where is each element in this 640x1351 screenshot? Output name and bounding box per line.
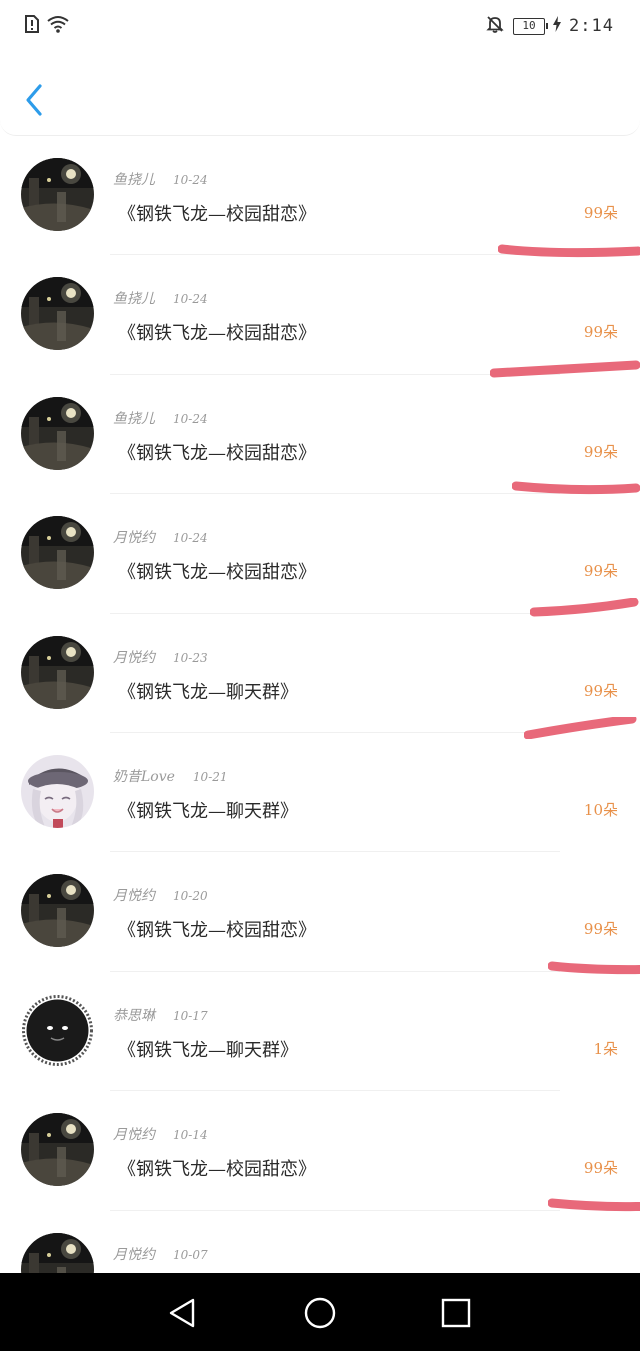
sender-name: 月悦约 [113,1246,155,1263]
chevron-left-icon [26,84,42,116]
avatar[interactable] [21,874,94,948]
sim-alert-icon [24,14,40,38]
sender-name: 鱼挠儿 [113,291,155,308]
gift-record-row[interactable]: 月悦约 10-20 《钢铁飞龙—校园甜恋》 99朵 [0,852,640,974]
sender-meta: 月悦约 10-14 [113,1124,208,1144]
avatar[interactable] [21,396,94,470]
sender-meta: 月悦约 10-20 [113,885,208,905]
flower-amount: 99朵 [583,323,618,342]
nav-back-button[interactable] [163,1293,203,1333]
sender-name: 月悦约 [113,888,155,905]
status-bar: 10 2:14 [0,0,640,52]
sender-name: 月悦约 [113,1127,155,1144]
gift-record-row[interactable]: 月悦约 10-07 [0,1211,640,1273]
sender-meta: 月悦约 10-24 [113,527,208,547]
gift-record-row[interactable]: 鱼挠儿 10-24 《钢铁飞龙—校园甜恋》 99朵 [0,255,640,378]
charging-icon [553,16,562,36]
gift-date: 10-24 [173,173,208,187]
gift-date: 10-21 [192,770,228,784]
sender-name: 奶昔Love [113,769,175,785]
avatar[interactable] [21,516,94,590]
gift-date: 10-14 [173,1128,208,1143]
sender-meta: 奶昔Love 10-21 [113,766,228,786]
sender-meta: 恭思琳 10-17 [113,1005,208,1025]
sender-name: 恭思琳 [113,1007,155,1024]
flower-amount: 1朵 [593,1039,618,1058]
gift-record-row[interactable]: 恭思琳 10-17 《钢铁飞龙—聊天群》 1朵 [0,972,640,1092]
sender-meta: 鱼挠儿 10-24 [113,288,208,308]
gift-date: 10-24 [173,531,208,546]
gift-date: 10-23 [173,650,208,665]
wifi-icon [46,14,70,38]
gift-date: 10-07 [173,1247,208,1262]
gift-record-list[interactable]: 鱼挠儿 10-24 《钢铁飞龙—校园甜恋》 99朵 鱼挠儿 10-24 《钢铁飞龙—校园甜恋… [0,136,640,1273]
battery-icon: 10 [513,17,549,35]
back-triangle-icon [169,1298,195,1328]
sender-meta: 鱼挠儿 10-24 [113,169,208,189]
header-bar [0,52,640,136]
avatar[interactable] [21,158,94,231]
avatar[interactable] [21,277,94,351]
clock: 2:14 [569,16,614,36]
gift-record-row[interactable]: 月悦约 10-23 《钢铁飞龙—聊天群》 99朵 [0,614,640,739]
work-title: 《钢铁飞龙—校园甜恋》 [118,442,316,464]
back-button[interactable] [18,78,52,122]
gift-record-row[interactable]: 月悦约 10-24 《钢铁飞龙—校园甜恋》 99朵 [0,494,640,617]
avatar[interactable] [21,1232,94,1273]
sender-meta: 月悦约 10-07 [113,1244,208,1264]
flower-amount: 10朵 [583,801,618,819]
gift-date: 10-20 [173,889,208,904]
flower-amount: 99朵 [583,920,618,939]
work-title: 《钢铁飞龙—校园甜恋》 [118,323,316,345]
flower-amount: 99朵 [583,562,618,581]
work-title: 《钢铁飞龙—校园甜恋》 [118,920,316,942]
work-title: 《钢铁飞龙—聊天群》 [118,801,298,822]
flower-amount: 99朵 [583,1159,618,1178]
sender-name: 月悦约 [113,530,155,547]
work-title: 《钢铁飞龙—校园甜恋》 [118,562,316,584]
recents-square-icon [441,1298,471,1328]
nav-recents-button[interactable] [436,1293,476,1333]
flower-amount: 99朵 [583,681,618,700]
avatar[interactable] [21,635,94,709]
flower-amount: 99朵 [583,204,618,222]
gift-record-row[interactable]: 奶昔Love 10-21 《钢铁飞龙—聊天群》 10朵 [0,733,640,853]
avatar[interactable] [21,993,94,1067]
home-circle-icon [304,1297,336,1329]
avatar[interactable] [21,1113,94,1187]
sender-name: 月悦约 [113,649,155,666]
gift-record-row[interactable]: 鱼挠儿 10-24 《钢铁飞龙—校园甜恋》 99朵 [0,136,640,258]
sender-name: 鱼挠儿 [113,410,155,427]
gift-date: 10-24 [173,411,208,426]
work-title: 《钢铁飞龙—校园甜恋》 [118,204,316,225]
sender-name: 鱼挠儿 [113,172,155,188]
bell-off-icon [485,14,505,38]
gift-date: 10-17 [173,1008,208,1023]
nav-home-button[interactable] [300,1293,340,1333]
work-title: 《钢铁飞龙—校园甜恋》 [118,1159,316,1181]
sender-meta: 月悦约 10-23 [113,647,208,667]
system-navigation-bar [0,1273,640,1351]
sender-meta: 鱼挠儿 10-24 [113,408,208,428]
work-title: 《钢铁飞龙—聊天群》 [118,681,298,703]
work-title: 《钢铁飞龙—聊天群》 [118,1039,298,1061]
gift-date: 10-24 [173,292,208,307]
avatar[interactable] [21,755,94,828]
gift-record-row[interactable]: 月悦约 10-14 《钢铁飞龙—校园甜恋》 99朵 [0,1091,640,1211]
flower-amount: 99朵 [583,442,618,461]
gift-record-row[interactable]: 鱼挠儿 10-24 《钢铁飞龙—校园甜恋》 99朵 [0,375,640,495]
